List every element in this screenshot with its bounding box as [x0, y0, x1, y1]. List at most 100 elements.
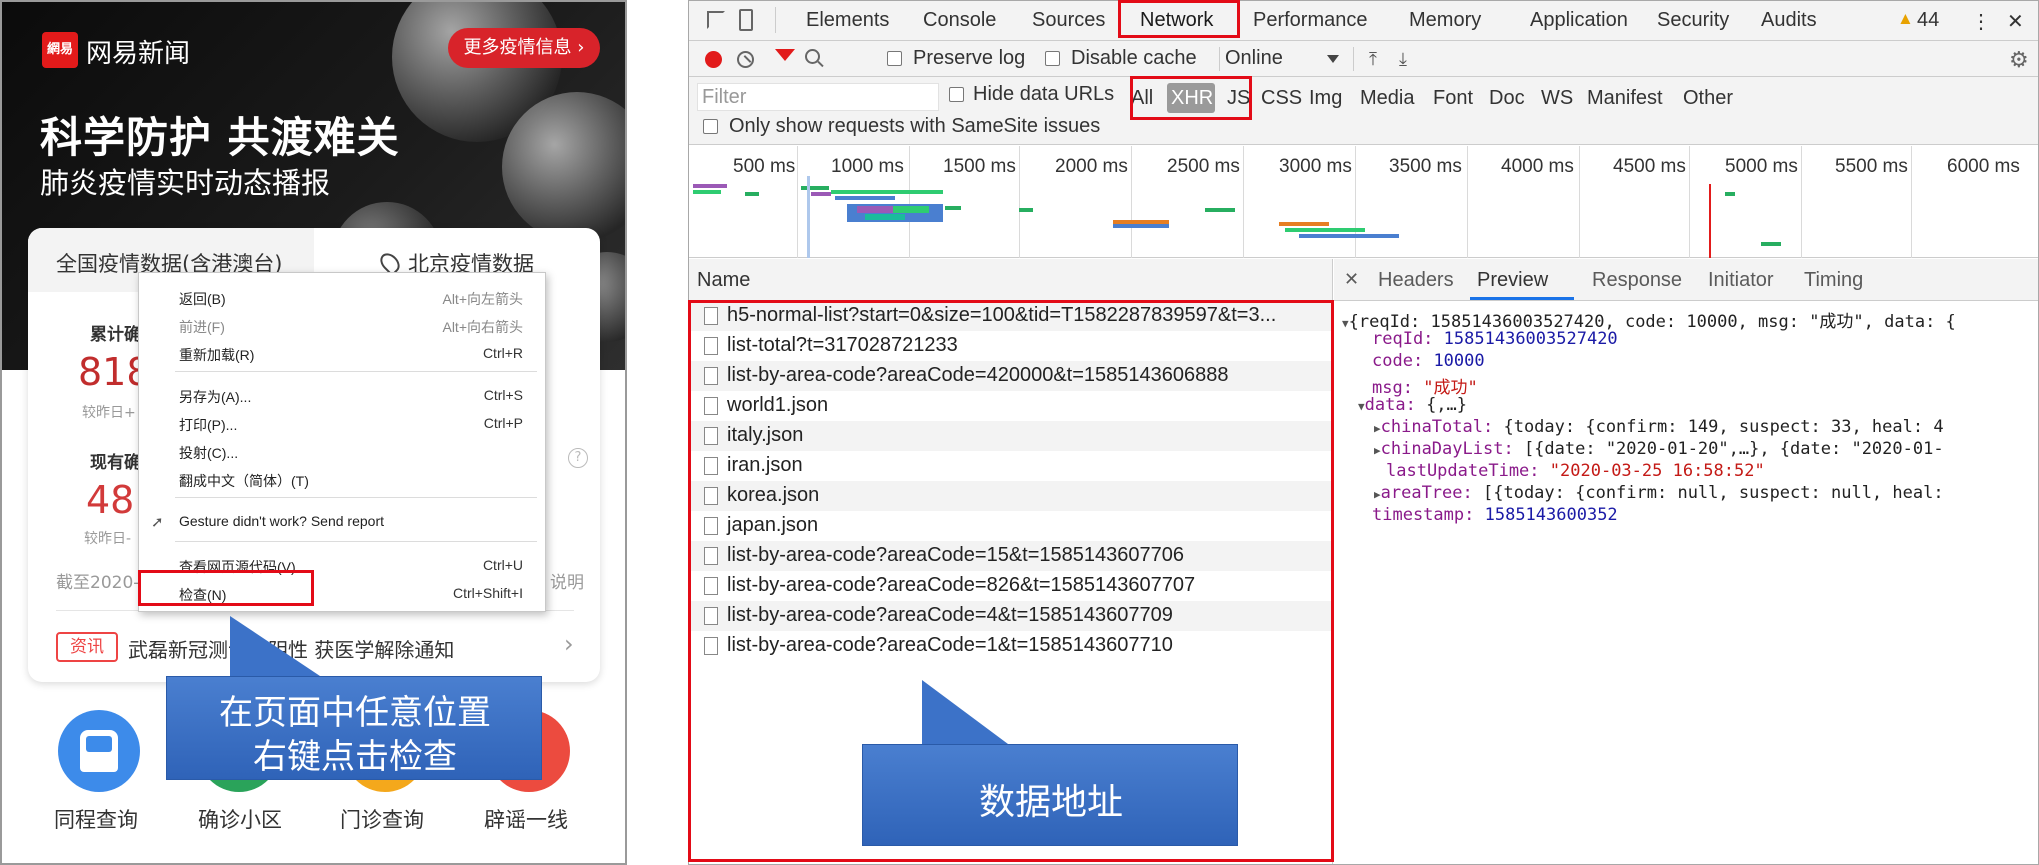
shortcut-label: 门诊查询 — [340, 808, 424, 832]
menu-item-label: 另存为(A)... — [179, 389, 252, 405]
tab-security[interactable]: Security — [1657, 9, 1729, 32]
inspect-element-icon[interactable] — [707, 11, 725, 29]
tab-console[interactable]: Console — [923, 9, 996, 32]
waterfall-bar — [693, 190, 721, 194]
menu-item-cast[interactable]: 投射(C)... — [139, 437, 545, 465]
devtools-tab-bar: Elements Console Sources Network Perform… — [689, 1, 2038, 41]
waterfall-bar — [893, 206, 929, 213]
menu-kebab-icon[interactable]: ⋮ — [1971, 9, 1991, 34]
tick-line — [1801, 146, 1802, 258]
json-value: 1585143600352 — [1484, 505, 1618, 525]
tab-elements[interactable]: Elements — [806, 9, 889, 32]
tab-sources[interactable]: Sources — [1032, 9, 1105, 32]
disable-cache-label: Disable cache — [1071, 47, 1197, 69]
expand-arrow-icon[interactable]: ▶ — [1374, 444, 1381, 457]
samesite-checkbox[interactable] — [703, 119, 718, 134]
tab-preview[interactable]: Preview — [1477, 269, 1548, 292]
json-line: timestamp: 1585143600352 — [1372, 505, 1618, 525]
name-header-label: Name — [697, 269, 751, 291]
export-har-icon[interactable]: ⤓ — [1399, 49, 1407, 70]
menu-item-label: 打印(P)... — [179, 417, 238, 433]
more-info-button[interactable]: 更多疫情信息 › — [448, 28, 600, 68]
waterfall-bar — [857, 206, 893, 213]
json-key: timestamp: — [1372, 505, 1475, 525]
json-line[interactable]: ▶chinaDayList: [{date: "2020-01-20",…}, … — [1374, 439, 1944, 459]
tab-memory[interactable]: Memory — [1409, 9, 1481, 32]
menu-separator — [175, 541, 537, 542]
close-detail-icon[interactable]: ✕ — [1344, 269, 1359, 290]
tab-headers[interactable]: Headers — [1378, 269, 1454, 292]
close-icon[interactable]: ✕ — [2007, 9, 2024, 34]
explanation-link[interactable]: 说明 — [550, 568, 584, 593]
waterfall-bar — [1761, 242, 1781, 246]
type-font[interactable]: Font — [1433, 87, 1473, 110]
tick-line — [1131, 146, 1132, 258]
json-key: areaTree: — [1380, 483, 1473, 503]
device-toolbar-icon[interactable] — [739, 9, 753, 31]
type-media[interactable]: Media — [1360, 87, 1414, 110]
expand-arrow-icon[interactable]: ▶ — [1374, 422, 1381, 435]
help-icon[interactable]: ? — [568, 448, 588, 468]
tick-label: 5500 ms — [1835, 156, 1908, 177]
expand-arrow-icon[interactable]: ▶ — [1374, 488, 1381, 501]
tick-label: 2500 ms — [1167, 156, 1240, 177]
waterfall-bar — [1299, 234, 1399, 238]
waterfall-bar — [831, 190, 943, 194]
record-icon[interactable] — [705, 51, 722, 68]
json-line: lastUpdateTime: "2020-03-25 16:58:52" — [1386, 461, 1765, 481]
instruction-callout: 在页面中任意位置 右键点击检查 — [166, 676, 542, 780]
tab-application[interactable]: Application — [1530, 9, 1628, 32]
json-value: 15851436003527420 — [1443, 329, 1618, 349]
json-line[interactable]: ▶areaTree: [{today: {confirm: null, susp… — [1374, 483, 1944, 503]
tab-audits[interactable]: Audits — [1761, 9, 1817, 32]
json-line[interactable]: ▼data: {,…} — [1358, 395, 1467, 415]
tick-label: 3000 ms — [1279, 156, 1352, 177]
type-manifest[interactable]: Manifest — [1587, 87, 1663, 110]
filter-input[interactable]: Filter — [697, 83, 939, 111]
menu-item-back[interactable]: 返回(B) Alt+向左箭头 — [139, 283, 545, 311]
menu-item-print[interactable]: 打印(P)... Ctrl+P — [139, 409, 545, 437]
type-doc[interactable]: Doc — [1489, 87, 1525, 110]
warning-count[interactable]: 44 — [1917, 9, 1939, 32]
type-ws[interactable]: WS — [1541, 87, 1573, 110]
tick-line — [1689, 146, 1690, 258]
import-har-icon[interactable]: ⤒ — [1369, 49, 1377, 70]
menu-item-shortcut: Ctrl+Shift+I — [452, 585, 523, 601]
type-img[interactable]: Img — [1309, 87, 1342, 110]
network-overview-timeline: 500 ms 1000 ms 1500 ms 2000 ms 2500 ms 3… — [689, 146, 2038, 258]
json-line[interactable]: ▶chinaTotal: {today: {confirm: 149, susp… — [1374, 417, 1944, 437]
tab-initiator[interactable]: Initiator — [1708, 269, 1774, 292]
chevron-right-icon[interactable]: › — [564, 630, 574, 658]
throttle-select[interactable]: Online — [1225, 47, 1283, 70]
expand-arrow-icon[interactable]: ▼ — [1342, 317, 1349, 330]
menu-item-reload[interactable]: 重新加载(R) Ctrl+R — [139, 339, 545, 367]
filter-bar: Filter Hide data URLs All XHR JS CSS Img… — [689, 77, 2038, 145]
filter-icon[interactable] — [775, 49, 795, 61]
tab-response[interactable]: Response — [1592, 269, 1682, 292]
menu-item-save-as[interactable]: 另存为(A)... Ctrl+S — [139, 381, 545, 409]
waterfall-bar — [945, 206, 961, 210]
menu-item-label: 投射(C)... — [179, 445, 239, 461]
type-css[interactable]: CSS — [1261, 87, 1302, 110]
disable-cache-checkbox[interactable] — [1045, 51, 1060, 66]
hide-data-urls-checkbox[interactable] — [949, 87, 964, 102]
menu-item-translate[interactable]: 翻成中文（简体）(T) — [139, 465, 545, 493]
tab-performance[interactable]: Performance — [1253, 9, 1368, 32]
menu-item-forward[interactable]: 前进(F) Alt+向右箭头 — [139, 311, 545, 339]
tick-label: 2000 ms — [1055, 156, 1128, 177]
name-column-header[interactable]: Name — [689, 259, 1333, 301]
type-other[interactable]: Other — [1683, 87, 1733, 110]
request-detail-tabs: ✕ Headers Preview Response Initiator Tim… — [1334, 259, 2038, 301]
tick-line — [1911, 146, 1912, 258]
tick-line — [1355, 146, 1356, 258]
chevron-down-icon[interactable] — [1327, 55, 1339, 63]
expand-arrow-icon[interactable]: ▼ — [1358, 400, 1365, 413]
menu-item-gesture-report[interactable]: Gesture didn't work? Send report — [139, 507, 545, 535]
shortcut-label: 辟谣一线 — [484, 808, 568, 832]
tab-timing[interactable]: Timing — [1804, 269, 1863, 292]
clear-icon[interactable] — [737, 51, 754, 68]
menu-item-label: 重新加载(R) — [179, 347, 255, 363]
gear-icon[interactable]: ⚙ — [2009, 47, 2029, 73]
preserve-log-checkbox[interactable] — [887, 51, 902, 66]
tick-label: 6000 ms — [1947, 156, 2020, 177]
